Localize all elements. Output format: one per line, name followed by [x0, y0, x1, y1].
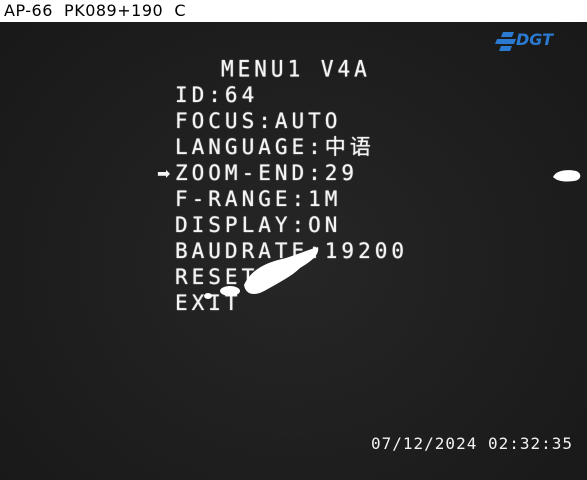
menu-item-reset[interactable]: RESET	[175, 264, 408, 290]
camera-timestamp: 07/12/2024 02:32:35	[371, 434, 574, 453]
menu-item-label: ZOOM-END:29	[175, 161, 359, 185]
menu-item-label: LANGUAGE:中语	[175, 135, 375, 159]
menu-item-label: DISPLAY:ON	[175, 213, 342, 237]
osd-menu-title: MENU1 V4A	[221, 56, 371, 82]
dgt-logo-text: DGT	[516, 30, 554, 49]
menu-item-label: EXIT	[175, 291, 242, 315]
menu-item-label: FOCUS:AUTO	[175, 109, 342, 133]
menu-item-zoom-end[interactable]: ➡ ZOOM-END:29	[157, 160, 408, 186]
dgt-logo: DGT	[494, 28, 566, 54]
menu-item-baudrate[interactable]: BAUDRATE:19200	[175, 238, 408, 264]
menu-item-label: BAUDRATE:19200	[175, 239, 409, 263]
menu-item-focus[interactable]: FOCUS:AUTO	[175, 108, 408, 134]
menu-item-id[interactable]: ID:64	[175, 82, 408, 108]
camera-location-label: AP-66 PK089+190 C	[4, 1, 187, 20]
menu-item-label: F-RANGE:1M	[175, 187, 342, 211]
menu-item-f-range[interactable]: F-RANGE:1M	[175, 186, 408, 212]
menu-item-display[interactable]: DISPLAY:ON	[175, 212, 408, 238]
menu-item-language[interactable]: LANGUAGE:中语	[175, 134, 408, 160]
osd-menu: ID:64 FOCUS:AUTO LANGUAGE:中语 ➡ ZOOM-END:…	[157, 82, 408, 316]
selection-arrow-icon: ➡	[157, 164, 171, 183]
camera-label-bar: AP-66 PK089+190 C	[0, 0, 587, 22]
menu-item-label: ID:64	[175, 83, 259, 107]
menu-item-label: RESET	[175, 265, 259, 289]
menu-item-exit[interactable]: EXIT	[175, 290, 408, 316]
